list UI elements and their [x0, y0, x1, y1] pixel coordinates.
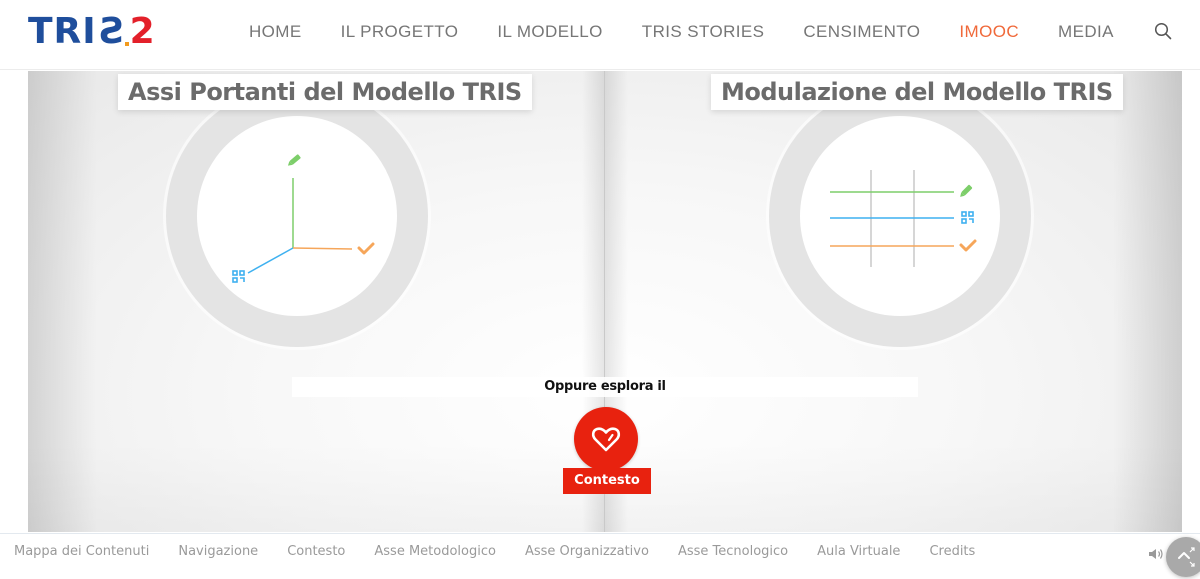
- modulazione-title[interactable]: Modulazione del Modello TRIS: [711, 74, 1123, 110]
- nav-il-progetto[interactable]: IL PROGETTO: [341, 22, 459, 42]
- explore-text: Oppure esplora il: [292, 377, 918, 397]
- logo-number: 2: [129, 11, 156, 52]
- nav-home[interactable]: HOME: [249, 22, 302, 42]
- fullscreen-toggle-icon: [1178, 547, 1195, 567]
- heart-icon: [591, 427, 621, 452]
- nav-il-modello[interactable]: IL MODELLO: [497, 22, 602, 42]
- footer-link-mappa-contenuti[interactable]: Mappa dei Contenuti: [14, 544, 149, 559]
- nav-media[interactable]: MEDIA: [1058, 22, 1114, 42]
- nav-imooc[interactable]: IMOOC: [959, 22, 1019, 42]
- footer-link-asse-metodologico[interactable]: Asse Metodologico: [374, 544, 496, 559]
- check-icon: [357, 242, 375, 255]
- search-icon[interactable]: [1154, 22, 1172, 40]
- pencil-icon: [287, 154, 301, 166]
- logo-text-main: TRI: [28, 11, 97, 52]
- footer-link-aula-virtuale[interactable]: Aula Virtuale: [817, 544, 900, 559]
- grid-diagram-svg: [830, 170, 977, 267]
- nav-censimento[interactable]: CENSIMENTO: [803, 22, 920, 42]
- footer-link-asse-tecnologico[interactable]: Asse Tecnologico: [678, 544, 788, 559]
- nav-tris-stories[interactable]: TRIS STORIES: [642, 22, 765, 42]
- horizontal-axis-line: [292, 247, 353, 250]
- footer-link-asse-organizzativo[interactable]: Asse Organizzativo: [525, 544, 649, 559]
- qr-grid-icon: [232, 270, 245, 283]
- assi-portanti-diagram[interactable]: [166, 85, 428, 347]
- axes-diagram-svg: [232, 154, 375, 283]
- check-icon: [959, 239, 977, 252]
- site-header: TRI S 2 HOME IL PROGETTO IL MODELLO TRIS S…: [0, 0, 1200, 70]
- logo-text-mirrored: S: [96, 11, 124, 52]
- book-stage: Assi Portanti del Modello TRIS Modulazio…: [28, 71, 1182, 532]
- modulazione-diagram[interactable]: [769, 85, 1031, 347]
- fullscreen-toggle-button[interactable]: [1166, 537, 1200, 577]
- contesto-label: Contesto: [563, 468, 651, 494]
- contesto-button[interactable]: Contesto: [563, 407, 651, 497]
- diagonal-axis-line: [247, 247, 294, 274]
- logo[interactable]: TRI S 2: [28, 11, 156, 52]
- footer-link-contesto[interactable]: Contesto: [287, 544, 345, 559]
- footer-link-credits[interactable]: Credits: [929, 544, 975, 559]
- qr-grid-icon: [961, 211, 974, 224]
- pencil-icon: [960, 184, 973, 197]
- main-nav: HOME IL PROGETTO IL MODELLO TRIS STORIES…: [249, 20, 1114, 44]
- contesto-circle: [574, 407, 638, 471]
- assi-portanti-title[interactable]: Assi Portanti del Modello TRIS: [118, 74, 532, 110]
- footer-nav: Mappa dei Contenuti Navigazione Contesto…: [14, 544, 1004, 559]
- speaker-icon[interactable]: [1148, 547, 1164, 561]
- footer-link-navigazione[interactable]: Navigazione: [178, 544, 258, 559]
- footer-bar: Mappa dei Contenuti Navigazione Contesto…: [0, 533, 1200, 579]
- logo-dot: [124, 42, 129, 46]
